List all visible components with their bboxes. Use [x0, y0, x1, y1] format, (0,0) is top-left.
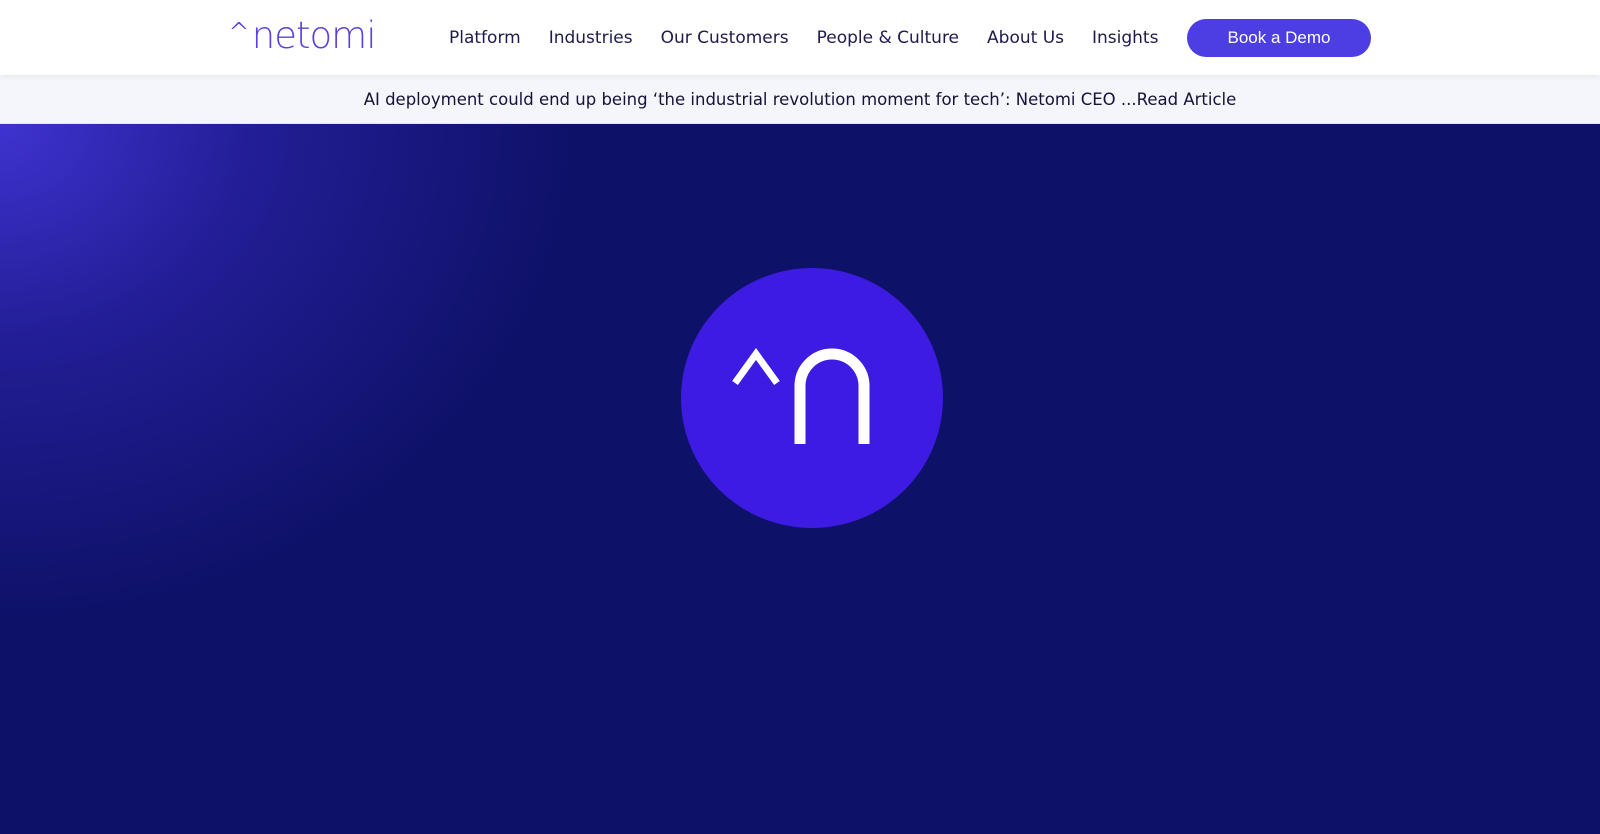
read-article-link[interactable]: Read Article [1137, 90, 1237, 109]
netomi-caret-n-icon [681, 268, 943, 528]
nav-item-people-culture[interactable]: People & Culture [817, 28, 959, 48]
netomi-logo[interactable]: ^ netomi [228, 12, 377, 57]
announcement-bar: AI deployment could end up being ‘the in… [0, 75, 1600, 124]
logo-caret: ^ [228, 18, 250, 48]
nav-item-about-us[interactable]: About Us [987, 28, 1064, 48]
logo-wordmark: netomi [251, 14, 377, 57]
hero-section [0, 123, 1600, 834]
nav-item-industries[interactable]: Industries [549, 28, 633, 48]
caret-n-glyph [732, 348, 870, 444]
book-demo-button[interactable]: Book a Demo [1187, 19, 1371, 57]
site-header: ^ netomi Platform Industries Our Custome… [0, 0, 1600, 75]
nav-item-platform[interactable]: Platform [449, 28, 521, 48]
main-nav: Platform Industries Our Customers People… [449, 0, 1186, 75]
nav-item-insights[interactable]: Insights [1092, 28, 1158, 48]
nav-item-our-customers[interactable]: Our Customers [661, 28, 789, 48]
announcement-text: AI deployment could end up being ‘the in… [363, 89, 1137, 109]
